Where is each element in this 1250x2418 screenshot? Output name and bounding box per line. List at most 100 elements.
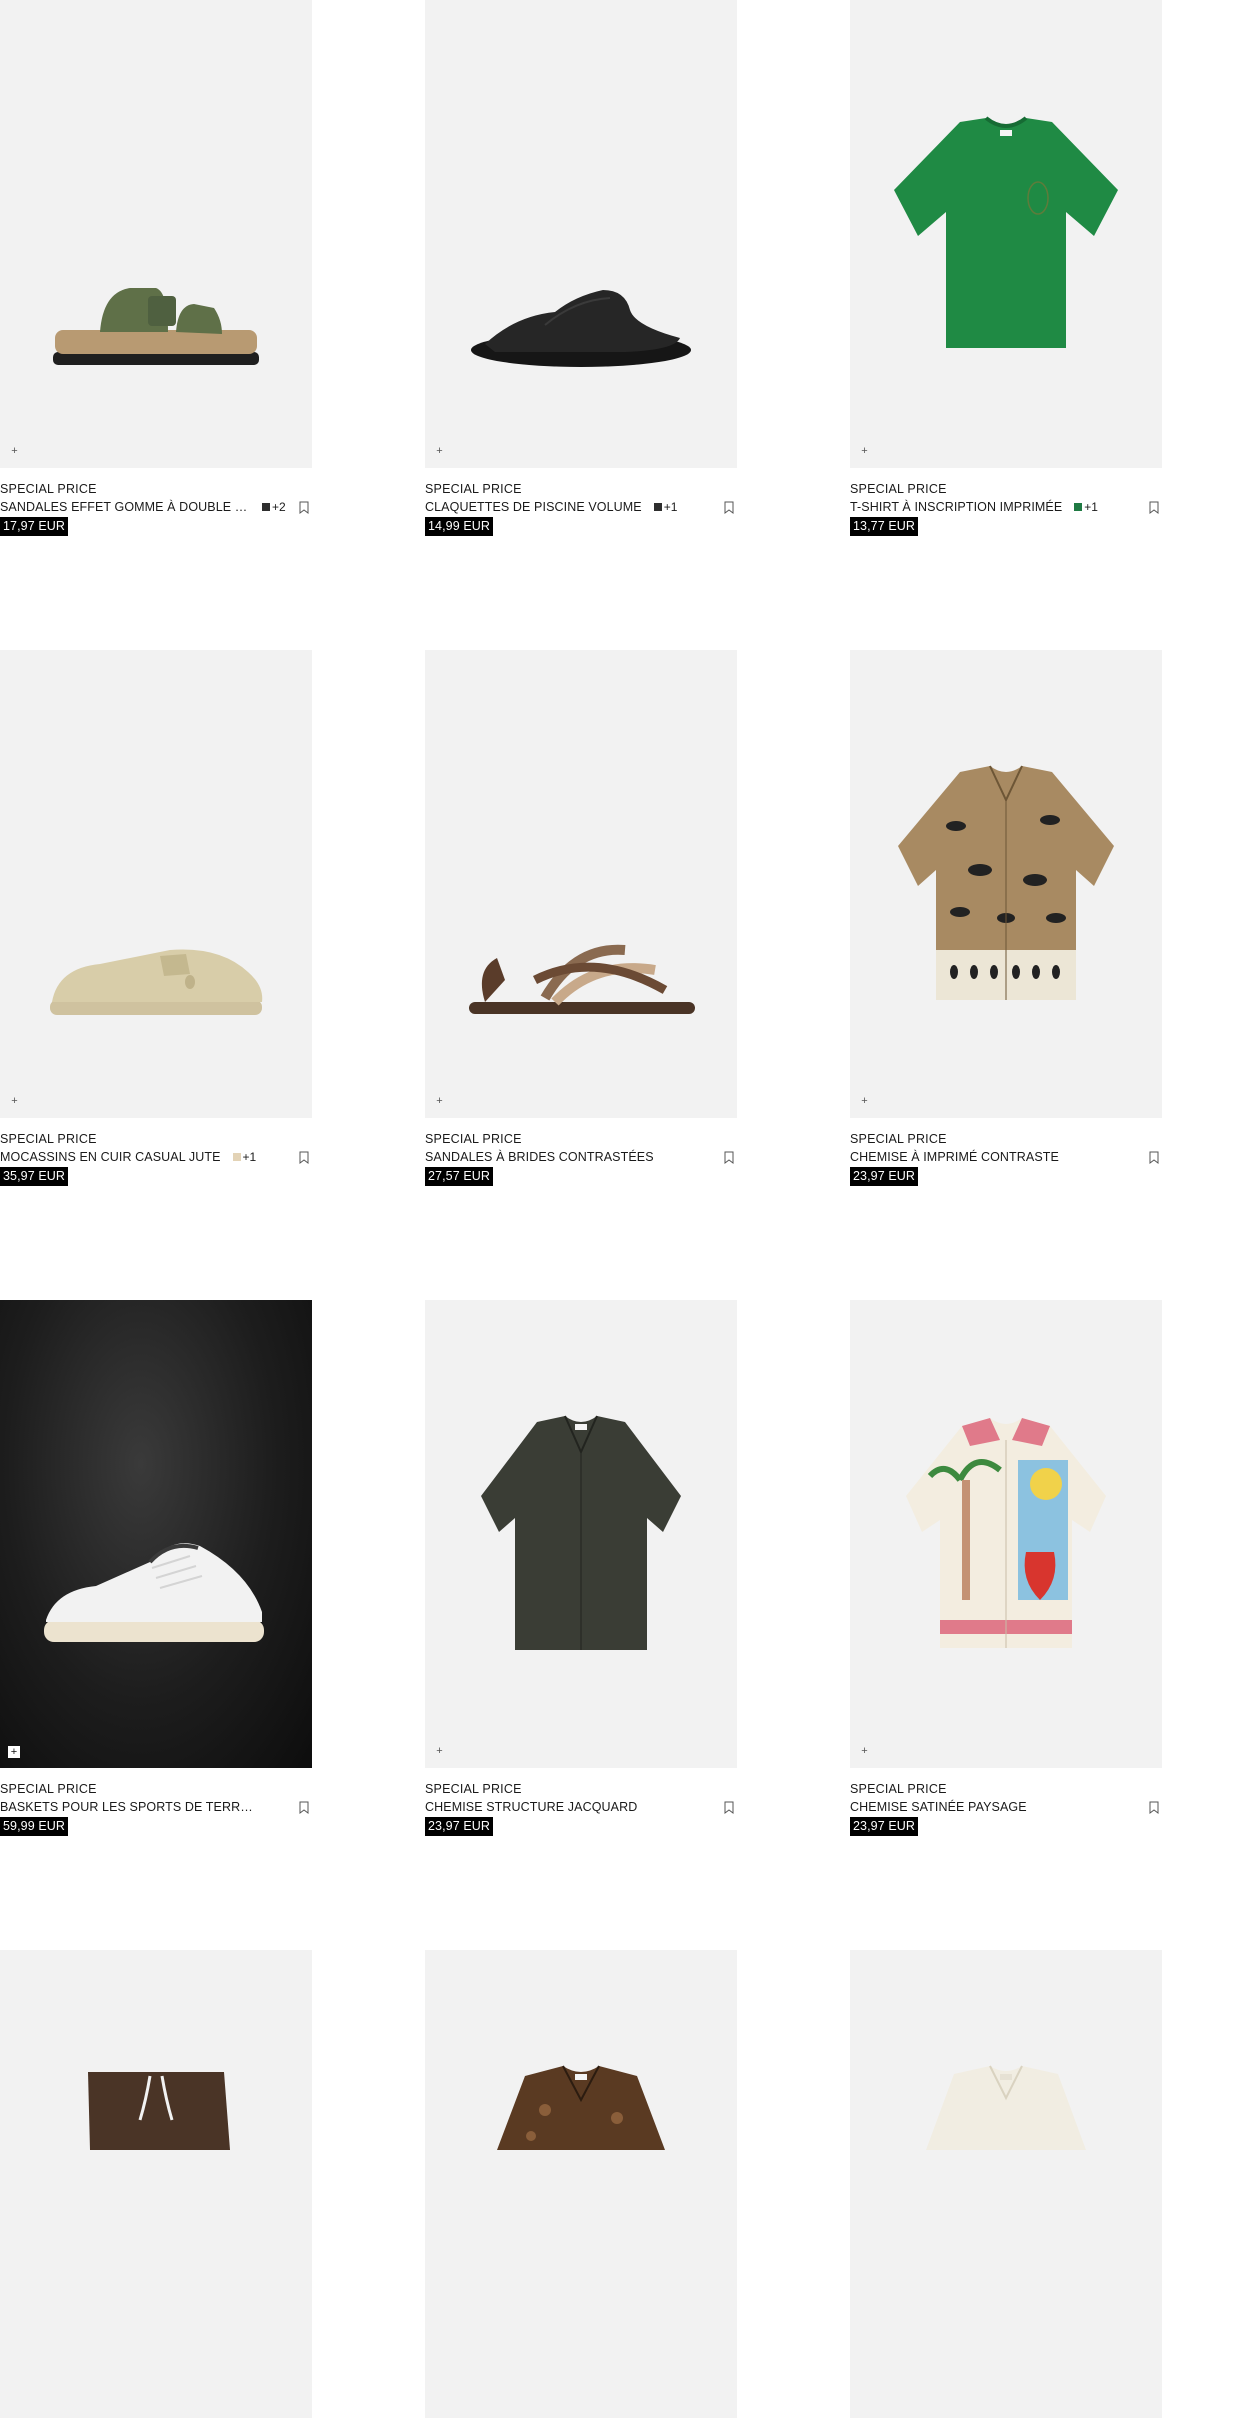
product-info: SPECIAL PRICE BASKETS POUR LES SPORTS DE…	[0, 1780, 312, 1836]
name-row: CLAQUETTES DE PISCINE VOLUME +1	[425, 498, 737, 517]
plus-icon[interactable]: +	[434, 446, 445, 457]
name-row: CHEMISE STRUCTURE JACQUARD	[425, 1798, 737, 1817]
printed-shirt-image	[898, 765, 1114, 1000]
plus-icon[interactable]: +	[859, 446, 870, 457]
product-name[interactable]: T-SHIRT À INSCRIPTION IMPRIMÉE	[850, 498, 1062, 517]
bookmark-icon[interactable]	[1148, 501, 1160, 514]
product-name[interactable]: CHEMISE À IMPRIMÉ CONTRASTE	[850, 1148, 1059, 1167]
product-price: 13,77 EUR	[850, 517, 919, 536]
plus-icon[interactable]: +	[859, 1746, 870, 1757]
bookmark-icon[interactable]	[298, 501, 310, 514]
product-name[interactable]: BASKETS POUR LES SPORTS DE TERRAIN	[0, 1798, 255, 1817]
extra-colors-count: +1	[1084, 500, 1098, 514]
brown-patterned-shirt-image	[497, 2065, 665, 2150]
bookmark-icon[interactable]	[723, 1801, 735, 1814]
product-name[interactable]: SANDALES À BRIDES CONTRASTÉES	[425, 1148, 654, 1167]
special-price-badge: SPECIAL PRICE	[850, 1782, 947, 1796]
special-price-badge: SPECIAL PRICE	[850, 482, 947, 496]
name-row: CHEMISE À IMPRIMÉ CONTRASTE	[850, 1148, 1162, 1167]
extra-colors-count: +1	[663, 500, 678, 514]
name-row: BASKETS POUR LES SPORTS DE TERRAIN	[0, 1798, 312, 1817]
product-name[interactable]: CLAQUETTES DE PISCINE VOLUME	[425, 498, 642, 517]
product-image[interactable]: +	[425, 0, 737, 468]
pool-slide-image	[471, 290, 691, 367]
product-image[interactable]: +	[0, 1300, 312, 1768]
strappy-sandal-image	[469, 944, 695, 1014]
product-image[interactable]	[425, 1950, 737, 2418]
product-price: 23,97 EUR	[850, 1167, 919, 1186]
special-price-badge: SPECIAL PRICE	[850, 1132, 947, 1146]
product-price: 23,97 EUR	[850, 1817, 919, 1836]
product-grid: + SPECIAL PRICE SANDALES EFFET GOMME À D…	[0, 0, 1250, 2418]
extra-colors-count: +2	[272, 500, 286, 514]
special-price-badge: SPECIAL PRICE	[0, 1132, 97, 1146]
product-image[interactable]: +	[850, 650, 1162, 1118]
green-tshirt-image	[894, 116, 1118, 348]
shorts-image	[88, 2072, 230, 2150]
bookmark-icon[interactable]	[1148, 1151, 1160, 1164]
plus-icon[interactable]: +	[9, 1096, 20, 1107]
product-price: 14,99 EUR	[425, 517, 494, 536]
bookmark-icon[interactable]	[298, 1801, 310, 1814]
product-image[interactable]: +	[0, 0, 312, 468]
color-options[interactable]: +1	[232, 1148, 257, 1167]
color-swatch[interactable]	[262, 503, 270, 511]
product-image[interactable]: +	[0, 650, 312, 1118]
product-info: SPECIAL PRICE T-SHIRT À INSCRIPTION IMPR…	[850, 480, 1162, 536]
product-info: SPECIAL PRICE CHEMISE SATINÉE PAYSAGE 23…	[850, 1780, 1162, 1836]
product-info: SPECIAL PRICE CLAQUETTES DE PISCINE VOLU…	[425, 480, 737, 536]
product-price: 59,99 EUR	[0, 1817, 69, 1836]
product-image[interactable]: +	[850, 0, 1162, 468]
color-swatch[interactable]	[232, 1153, 241, 1161]
court-sneaker-image	[44, 1543, 264, 1642]
bookmark-icon[interactable]	[723, 501, 735, 514]
special-price-badge: SPECIAL PRICE	[425, 482, 522, 496]
name-row: MOCASSINS EN CUIR CASUAL JUTE +1	[0, 1148, 312, 1167]
product-name[interactable]: CHEMISE SATINÉE PAYSAGE	[850, 1798, 1027, 1817]
product-image[interactable]	[850, 1950, 1162, 2418]
product-info: SPECIAL PRICE SANDALES À BRIDES CONTRAST…	[425, 1130, 737, 1186]
color-swatch[interactable]	[653, 503, 662, 511]
landscape-satin-shirt-image	[906, 1418, 1106, 1648]
special-price-badge: SPECIAL PRICE	[0, 482, 97, 496]
color-options[interactable]: +2	[262, 498, 286, 517]
special-price-badge: SPECIAL PRICE	[0, 1782, 97, 1796]
name-row: SANDALES EFFET GOMME À DOUBLE BRIDE +2	[0, 498, 312, 517]
plus-icon[interactable]: +	[859, 1096, 870, 1107]
color-options[interactable]: +1	[653, 498, 678, 517]
product-name[interactable]: SANDALES EFFET GOMME À DOUBLE BRIDE	[0, 498, 250, 517]
product-info: SPECIAL PRICE CHEMISE STRUCTURE JACQUARD…	[425, 1780, 737, 1836]
product-price: 27,57 EUR	[425, 1167, 494, 1186]
jute-loafer-image	[50, 949, 263, 1015]
product-price: 35,97 EUR	[0, 1167, 69, 1186]
plus-icon[interactable]: +	[8, 1746, 20, 1758]
product-image[interactable]: +	[425, 1300, 737, 1768]
bookmark-icon[interactable]	[1148, 1801, 1160, 1814]
special-price-badge: SPECIAL PRICE	[425, 1782, 522, 1796]
product-name[interactable]: CHEMISE STRUCTURE JACQUARD	[425, 1798, 637, 1817]
product-name[interactable]: MOCASSINS EN CUIR CASUAL JUTE	[0, 1148, 221, 1167]
product-info: SPECIAL PRICE MOCASSINS EN CUIR CASUAL J…	[0, 1130, 312, 1186]
product-info: SPECIAL PRICE CHEMISE À IMPRIMÉ CONTRAST…	[850, 1130, 1162, 1186]
cream-polo-image	[926, 2065, 1086, 2150]
product-price: 17,97 EUR	[0, 517, 69, 536]
name-row: CHEMISE SATINÉE PAYSAGE	[850, 1798, 1162, 1817]
color-options[interactable]: +1	[1074, 498, 1098, 517]
plus-icon[interactable]: +	[9, 446, 20, 457]
name-row: T-SHIRT À INSCRIPTION IMPRIMÉE +1	[850, 498, 1162, 517]
jacquard-shirt-image	[481, 1415, 681, 1650]
double-strap-sandal-image	[53, 288, 259, 365]
product-image[interactable]	[0, 1950, 312, 2418]
product-price: 23,97 EUR	[425, 1817, 494, 1836]
product-info: SPECIAL PRICE SANDALES EFFET GOMME À DOU…	[0, 480, 312, 536]
plus-icon[interactable]: +	[434, 1746, 445, 1757]
bookmark-icon[interactable]	[723, 1151, 735, 1164]
extra-colors-count: +1	[242, 1150, 257, 1164]
name-row: SANDALES À BRIDES CONTRASTÉES	[425, 1148, 737, 1167]
product-image[interactable]: +	[425, 650, 737, 1118]
plus-icon[interactable]: +	[434, 1096, 445, 1107]
special-price-badge: SPECIAL PRICE	[425, 1132, 522, 1146]
bookmark-icon[interactable]	[298, 1151, 310, 1164]
color-swatch[interactable]	[1074, 503, 1083, 511]
product-image[interactable]: +	[850, 1300, 1162, 1768]
